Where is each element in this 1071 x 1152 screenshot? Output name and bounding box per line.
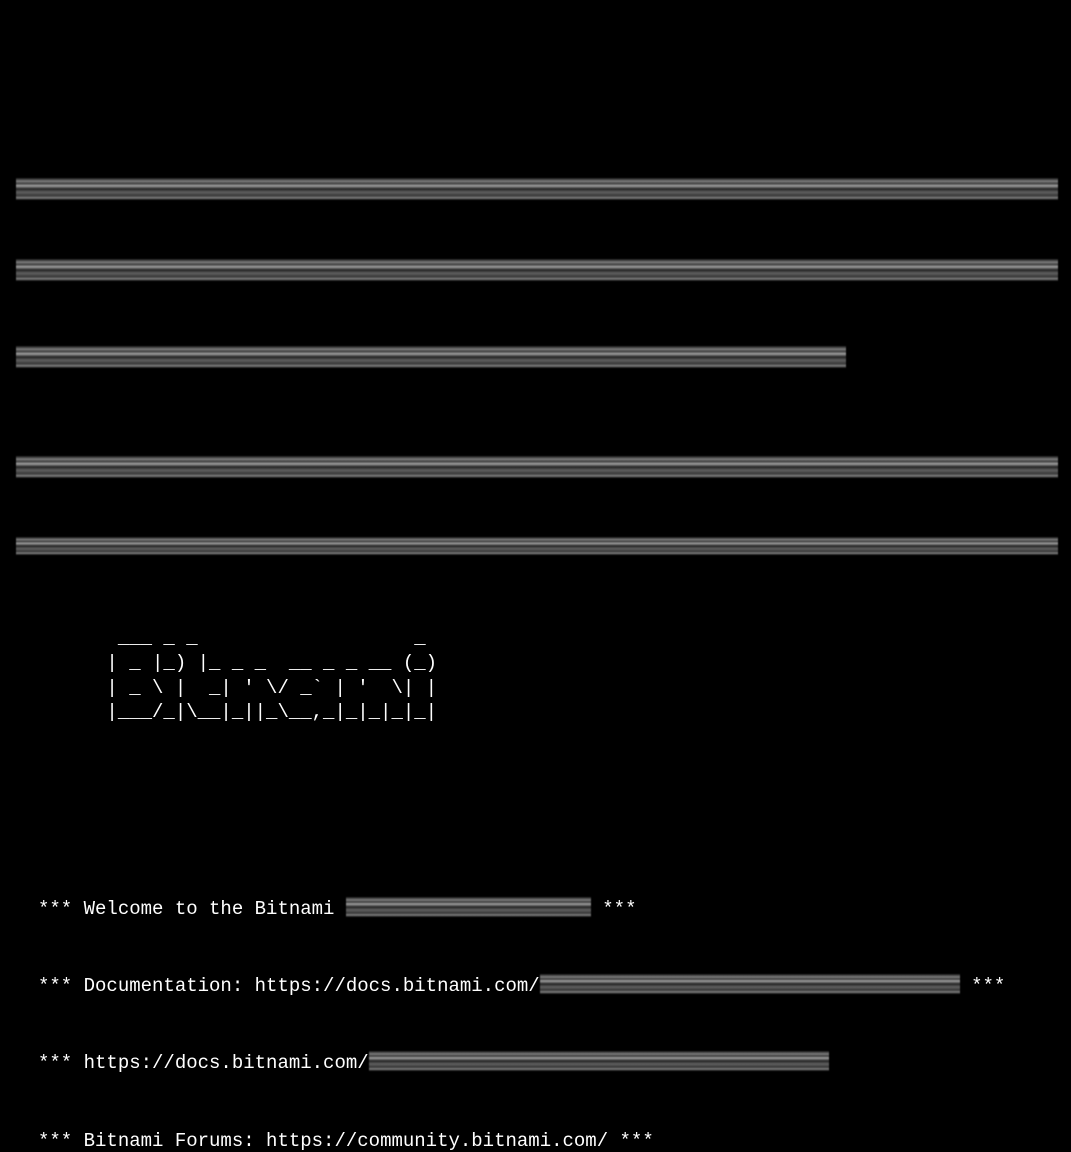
redacted-line — [0, 127, 1071, 153]
motd-block: *** Welcome to the Bitnami *** *** Docum… — [38, 846, 1071, 1152]
welcome-suffix: *** — [591, 898, 637, 920]
documentation-line-2: *** https://docs.bitnami.com/ — [38, 1051, 1071, 1077]
doc2-url: https://docs.bitnami.com/ — [84, 1052, 369, 1074]
bitnami-ascii-logo: ___ _ _ _ | _ |_) |_ _ _ __ _ _ __ (_) |… — [38, 626, 1071, 725]
documentation-line: *** Documentation: https://docs.bitnami.… — [38, 974, 1071, 1000]
doc-suffix: *** — [960, 975, 1006, 997]
redacted-inline — [346, 897, 591, 917]
redacted-line — [0, 208, 1071, 234]
redacted-line — [0, 404, 1071, 430]
redacted-line — [0, 486, 1071, 512]
forums-suffix: *** — [608, 1130, 654, 1152]
ascii-line-3: | _ \ | _| ' \/ _` | ' \| | — [38, 677, 437, 699]
redacted-line — [0, 295, 1071, 321]
forums-url: https://community.bitnami.com/ — [266, 1130, 608, 1152]
ascii-line-2: | _ |_) |_ _ _ __ _ _ __ (_) — [38, 652, 437, 674]
redacted-inline — [540, 974, 960, 994]
doc-url: https://docs.bitnami.com/ — [255, 975, 540, 997]
welcome-prefix: *** Welcome to the Bitnami — [38, 898, 346, 920]
terminal-window[interactable]: ___ _ _ _ | _ |_) |_ _ _ __ _ _ __ (_) |… — [0, 0, 1071, 1152]
ascii-line-1: ___ _ _ _ — [38, 627, 426, 649]
welcome-line: *** Welcome to the Bitnami *** — [38, 897, 1071, 923]
redacted-inline — [369, 1051, 829, 1071]
forums-label: *** Bitnami Forums: — [38, 1130, 266, 1152]
ascii-line-4: |___/_|\__|_||_\__,_|_|_|_|_| — [38, 701, 437, 723]
doc-label: *** Documentation: — [38, 975, 255, 997]
doc2-prefix: *** — [38, 1052, 84, 1074]
forums-line: *** Bitnami Forums: https://community.bi… — [38, 1129, 1071, 1152]
